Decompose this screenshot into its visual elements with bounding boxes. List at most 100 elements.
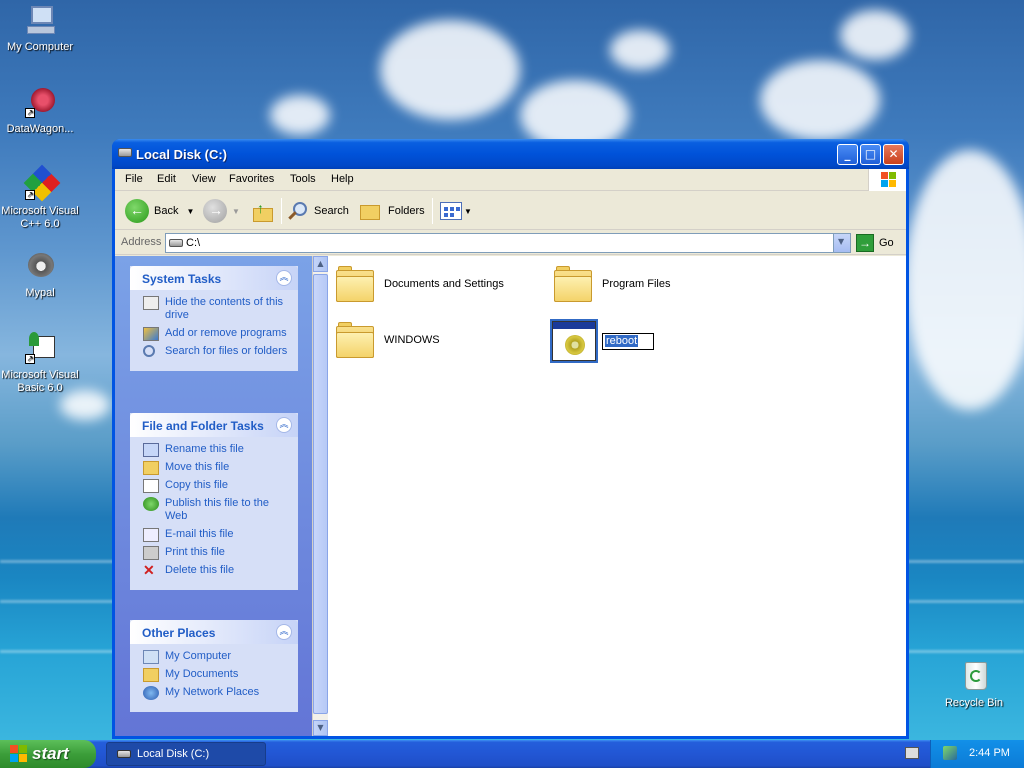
menu-favorites[interactable]: Favorites (229, 173, 274, 185)
move-icon (143, 461, 159, 475)
chevron-down-icon: ▼ (232, 206, 240, 216)
clock[interactable]: 2:44 PM (969, 747, 1010, 759)
copy-icon (143, 479, 159, 493)
menu-help[interactable]: Help (331, 173, 354, 185)
task-add-remove-programs[interactable]: Add or remove programs (130, 327, 298, 341)
task-print-file[interactable]: Print this file (130, 546, 298, 560)
address-value: C:\ (186, 237, 201, 249)
hide-contents-icon (143, 296, 159, 310)
file-folder-tasks-header[interactable]: File and Folder Tasks ︽ (130, 413, 298, 437)
desktop-icon-visual-cpp[interactable]: ↗ Microsoft Visual C++ 6.0 (0, 164, 80, 231)
computer-icon (143, 650, 159, 664)
folders-button[interactable]: Folders (360, 198, 425, 224)
maximize-icon: □ (864, 147, 877, 161)
system-tasks-panel: System Tasks ︽ Hide the contents of this… (130, 266, 298, 371)
close-button[interactable]: ✕ (883, 144, 904, 165)
desktop-icon-visual-basic[interactable]: ↗ Microsoft Visual Basic 6.0 (0, 332, 80, 395)
desktop-icon-recycle-bin[interactable]: Recycle Bin (934, 660, 1014, 710)
minimize-icon: _ (844, 147, 851, 161)
go-arrow-icon: → (856, 234, 874, 252)
search-button[interactable]: Search (287, 198, 349, 224)
rename-icon (143, 443, 159, 457)
menu-file[interactable]: File (125, 173, 143, 185)
keyboard-icon[interactable] (905, 747, 919, 759)
system-tasks-header[interactable]: System Tasks ︽ (130, 266, 298, 290)
drive-icon (117, 750, 131, 758)
toolbar: ← Back ▼ → ▼ ↑ Search Folders ▼ (115, 192, 906, 230)
minimize-button[interactable]: _ (837, 144, 858, 165)
place-my-network[interactable]: My Network Places (130, 686, 298, 700)
drive-icon (118, 148, 132, 157)
address-bar: Address C:\ ▼ → Go (115, 231, 906, 255)
maximize-button[interactable]: □ (860, 144, 881, 165)
task-hide-contents[interactable]: Hide the contents of this drive (130, 296, 298, 322)
cloud (270, 95, 330, 135)
windows-logo-icon (868, 169, 906, 191)
file-list-area[interactable]: Documents and Settings Program Files WIN… (328, 256, 906, 736)
desktop-icon-datawagon[interactable]: ↗ DataWagon... (0, 86, 80, 136)
task-publish-web[interactable]: Publish this file to the Web (130, 497, 298, 523)
visual-cpp-icon: ↗ (23, 164, 61, 202)
cloud (610, 30, 670, 70)
task-move-file[interactable]: Move this file (130, 461, 298, 475)
title-bar[interactable]: Local Disk (C:) _ □ ✕ (112, 139, 909, 169)
task-delete-file[interactable]: ✕ Delete this file (130, 562, 298, 578)
file-item-documents-and-settings[interactable]: Documents and Settings (336, 266, 504, 302)
menu-edit[interactable]: Edit (157, 173, 176, 185)
window-title: Local Disk (C:) (136, 147, 228, 162)
collapse-icon[interactable]: ︽ (276, 270, 292, 286)
visual-basic-icon: ↗ (23, 332, 57, 366)
task-email-file[interactable]: E-mail this file (130, 528, 298, 542)
forward-button[interactable]: → ▼ (203, 198, 240, 224)
other-places-header[interactable]: Other Places ︽ (130, 620, 298, 644)
chevron-down-icon: ▼ (186, 206, 195, 216)
close-icon: ✕ (888, 147, 899, 161)
search-icon (287, 200, 309, 222)
network-icon (143, 686, 159, 700)
rename-input[interactable]: reboot (602, 332, 654, 350)
file-folder-tasks-panel: File and Folder Tasks ︽ Rename this file… (130, 413, 298, 590)
desktop-icon-mypal[interactable]: Mypal (0, 250, 80, 300)
views-button[interactable]: ▼ (440, 198, 472, 224)
explorer-window: Local Disk (C:) _ □ ✕ File Edit View Fav… (112, 139, 909, 739)
recycle-bin-icon (957, 660, 991, 694)
back-button[interactable]: ← Back ▼ (125, 198, 194, 224)
task-pane-scrollbar[interactable]: ▲ ▼ (312, 256, 328, 736)
back-arrow-icon: ← (125, 199, 149, 223)
taskbar-item-local-disk[interactable]: Local Disk (C:) (106, 742, 266, 766)
scroll-thumb[interactable] (313, 274, 328, 714)
scroll-up-button[interactable]: ▲ (313, 256, 328, 272)
up-folder-button[interactable]: ↑ (252, 198, 274, 224)
task-rename-file[interactable]: Rename this file (130, 443, 298, 457)
up-folder-icon: ↑ (252, 200, 274, 222)
add-remove-programs-icon (143, 327, 159, 341)
menu-view[interactable]: View (192, 173, 216, 185)
file-item-windows[interactable]: WINDOWS (336, 322, 440, 358)
desktop-icon-my-computer[interactable]: My Computer (0, 4, 80, 54)
folders-icon (360, 201, 382, 221)
address-input[interactable]: C:\ ▼ (165, 233, 851, 253)
file-item-program-files[interactable]: Program Files (554, 266, 670, 302)
network-tray-icon[interactable] (943, 746, 957, 760)
file-item-reboot[interactable]: reboot (550, 319, 654, 363)
chevron-down-icon: ▼ (464, 206, 472, 216)
collapse-icon[interactable]: ︽ (276, 624, 292, 640)
computer-icon (23, 4, 57, 38)
folder-icon (554, 266, 592, 302)
delete-icon: ✕ (143, 562, 155, 578)
address-dropdown-button[interactable]: ▼ (833, 234, 850, 252)
system-tray: 2:44 PM (930, 740, 1024, 768)
scroll-down-button[interactable]: ▼ (313, 720, 328, 736)
folder-icon (336, 322, 374, 358)
start-button[interactable]: start (0, 740, 96, 768)
go-button[interactable]: → Go (856, 234, 894, 252)
place-my-documents[interactable]: My Documents (130, 668, 298, 682)
menu-tools[interactable]: Tools (290, 173, 316, 185)
place-my-computer[interactable]: My Computer (130, 650, 298, 664)
other-places-panel: Other Places ︽ My Computer My Documents … (130, 620, 298, 712)
menu-bar: File Edit View Favorites Tools Help (115, 169, 906, 191)
collapse-icon[interactable]: ︽ (276, 417, 292, 433)
task-copy-file[interactable]: Copy this file (130, 479, 298, 493)
task-search-files[interactable]: Search for files or folders (130, 345, 298, 358)
print-icon (143, 546, 159, 560)
